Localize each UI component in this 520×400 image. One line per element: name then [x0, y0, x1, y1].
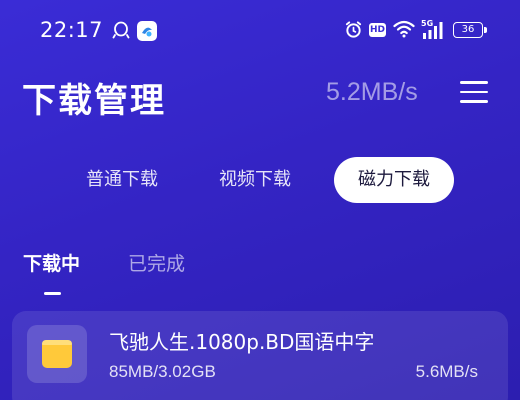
- page-title: 下载管理: [22, 81, 166, 121]
- file-speed: 5.6MB/s: [415, 362, 478, 381]
- signal-icon: 5G: [421, 19, 447, 40]
- menu-icon[interactable]: [460, 80, 488, 104]
- app-badge-icon: [137, 21, 157, 41]
- qq-icon: [111, 20, 131, 44]
- hd-badge: HD: [369, 23, 386, 37]
- total-download-speed: 5.2MB/s: [326, 78, 418, 106]
- active-tab-indicator: [44, 292, 61, 295]
- tab-magnet-download[interactable]: 磁力下载: [334, 157, 454, 203]
- download-item[interactable]: 飞驰人生.1080p.BD国语中字 85MB/3.02GB 5.6MB/s: [12, 311, 508, 400]
- file-thumbnail: [27, 325, 87, 383]
- tab-video-download[interactable]: 视频下载: [219, 157, 291, 203]
- tab-completed[interactable]: 已完成: [128, 249, 185, 276]
- tab-normal-download[interactable]: 普通下载: [86, 157, 158, 203]
- file-name: 飞驰人生.1080p.BD国语中字: [109, 330, 375, 354]
- battery-icon: 36: [453, 22, 487, 38]
- file-progress: 85MB/3.02GB: [109, 362, 216, 381]
- status-time: 22:17: [40, 18, 104, 42]
- tab-downloading[interactable]: 下载中: [23, 249, 80, 276]
- alarm-icon: [344, 20, 363, 43]
- status-bar: 22:17 HD 5G 36: [0, 0, 520, 60]
- category-tabs: 普通下载 视频下载 磁力下载: [0, 157, 520, 203]
- battery-level: 36: [461, 24, 475, 35]
- wifi-icon: [393, 20, 415, 42]
